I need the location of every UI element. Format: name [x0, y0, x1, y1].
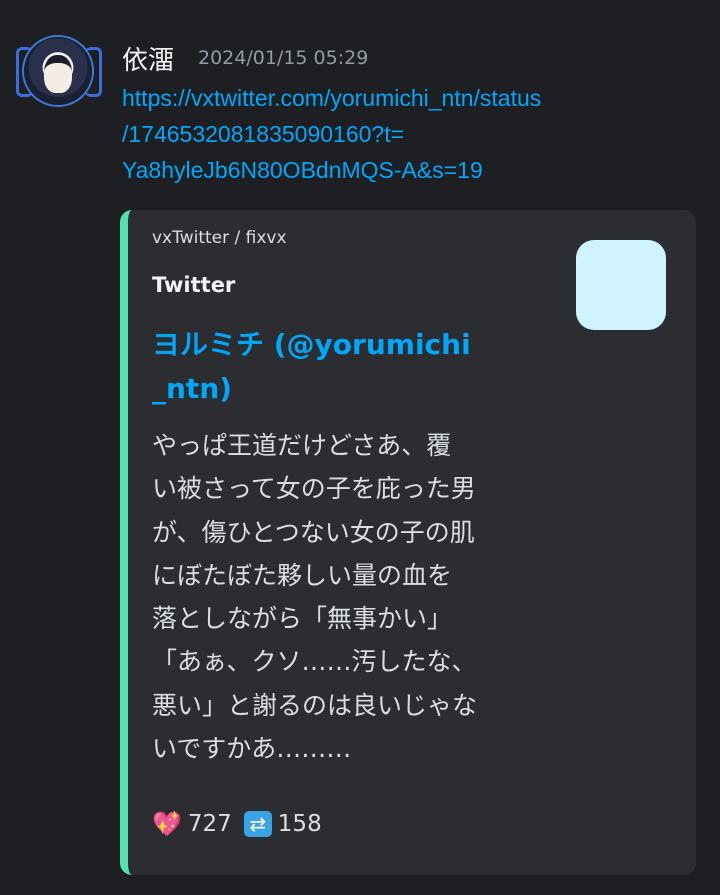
description-line: いですかあ……… — [152, 734, 352, 764]
description-line: にぼたぼた夥しい量の血を — [152, 560, 453, 590]
description-line: やっぱ王道だけどさあ、覆 — [152, 431, 452, 460]
description-line: が、傷ひとつない女の子の肌 — [152, 517, 475, 547]
avatar-face — [44, 55, 72, 93]
link-embed: vxTwitter / fixvx Twitter ヨルミチ (@yorumic… — [120, 210, 696, 875]
embed-author: Twitter — [152, 273, 236, 297]
message-timestamp[interactable]: 2024/01/15 05:29 — [198, 47, 368, 69]
link-line: Ya8hyleJb6N80OBdnMQS-A&s=19 — [122, 157, 483, 183]
description-line: い被さって女の子を庇った男 — [152, 474, 476, 504]
description-line: 落としながら「無事かい」 — [152, 604, 453, 634]
repeat-icon: ⇄ — [243, 811, 272, 837]
like-count: 727 — [187, 811, 232, 837]
username[interactable]: 依澑 — [122, 40, 174, 77]
avatar-decoration — [85, 47, 102, 97]
link-line: /1746532081835090160?t= — [122, 121, 405, 147]
message-link[interactable]: https://vxtwitter.com/yorumichi_ntn/stat… — [122, 80, 662, 188]
embed-stats: 💖 727 ⇄ 158 — [152, 810, 322, 838]
embed-thumbnail[interactable] — [576, 240, 666, 330]
description-line: 「あぁ、クソ……汚したな、 — [152, 647, 477, 677]
embed-provider: vxTwitter / fixvx — [152, 228, 287, 248]
retweet-count: 158 — [277, 811, 322, 837]
user-avatar[interactable] — [16, 35, 104, 107]
link-line: https://vxtwitter.com/yorumichi_ntn/stat… — [122, 85, 542, 111]
description-line: 悪い」と謝るのは良いじゃな — [152, 690, 478, 720]
sparkling-heart-icon: 💖 — [152, 810, 182, 838]
embed-description: やっぱ王道だけどさあ、覆 い被さって女の子を庇った男 が、傷ひとつない女の子の肌… — [152, 424, 522, 770]
embed-title[interactable]: ヨルミチ (@yorumichi_ntn) — [152, 323, 482, 411]
